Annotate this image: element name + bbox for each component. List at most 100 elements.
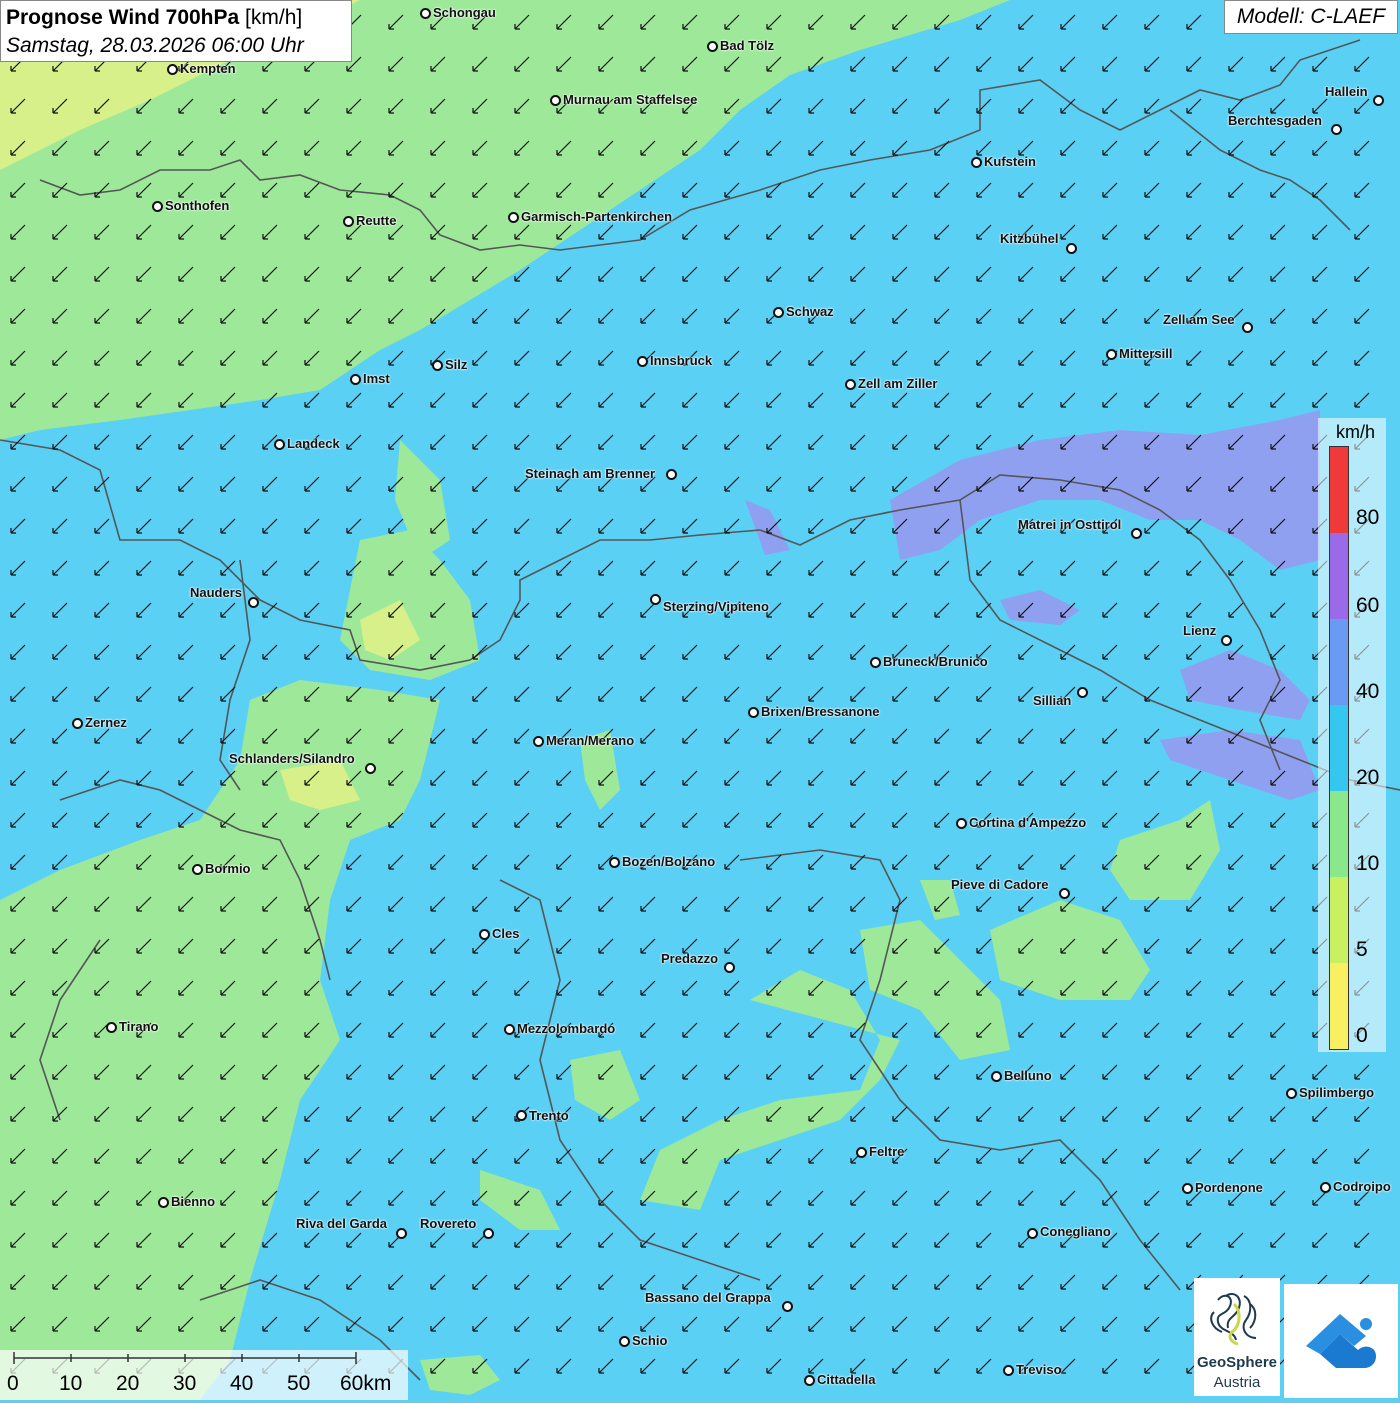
city-label-matrei: Matrei in Osttirol [1018,517,1122,532]
city-label-pordenone: Pordenone [1195,1180,1263,1195]
scale-label-20: 20 [116,1372,140,1395]
city-marker-cortina [956,818,967,829]
city-marker-brixen [748,707,759,718]
city-marker-reutte [343,216,354,227]
city-label-sillian: Sillian [1033,693,1072,708]
color-legend: km/h 80 60 40 20 10 5 0 [1318,418,1386,1052]
city-label-pieve: Pieve di Cadore [951,877,1049,892]
city-marker-schwaz [773,307,784,318]
scale-label-50: 50 [287,1372,311,1395]
city-label-murnau: Murnau am Staffelsee [563,92,698,107]
city-label-schio: Schio [632,1333,668,1348]
map-title-main: Prognose Wind 700hPa [6,6,240,29]
city-label-schlanders: Schlanders/Silandro [229,751,355,766]
city-label-cles: Cles [492,926,520,941]
city-marker-kempten [167,64,178,75]
city-label-zell-am-ziller: Zell am Ziller [858,376,938,391]
city-label-meran: Meran/Merano [546,733,635,748]
city-marker-berchtesgaden [1331,124,1342,135]
legend-unit: km/h [1336,422,1376,442]
city-label-cittadella: Cittadella [817,1372,876,1387]
city-label-zell-am-see: Zell am See [1163,312,1235,327]
city-marker-feltre [856,1147,867,1158]
city-marker-bienno [158,1197,169,1208]
legend-swatch-60 [1330,533,1348,619]
map-title-box: Prognose Wind 700hPa [km/h] Samstag, 28.… [0,0,352,62]
city-label-trento: Trento [529,1108,569,1123]
geosphere-emblem-icon [1210,1292,1257,1346]
map-valid-time: Samstag, 28.03.2026 06:00 Uhr [6,34,304,57]
city-marker-schlanders [365,763,376,774]
city-marker-bad-toelz [707,41,718,52]
city-label-nauders: Nauders [190,585,243,600]
city-marker-tirano [106,1022,117,1033]
city-label-belluno: Belluno [1004,1068,1052,1083]
city-marker-conegliano [1027,1228,1038,1239]
legend-tick-40: 40 [1356,680,1380,703]
city-marker-landeck [274,439,285,450]
city-marker-schongau [420,8,431,19]
geosphere-logo-country: Austria [1213,1374,1261,1391]
city-label-codroipo: Codroipo [1333,1179,1391,1194]
scale-label-40: 40 [230,1372,254,1395]
city-label-mittersill: Mittersill [1119,346,1173,361]
city-marker-bassano [782,1301,793,1312]
legend-swatch-0 [1330,963,1348,1049]
legend-swatch-20 [1330,705,1348,791]
scale-bar: 0 10 20 30 40 50 60km [0,1350,408,1400]
city-label-bad-toelz: Bad Tölz [720,38,775,53]
city-label-brixen: Brixen/Bressanone [761,704,880,719]
legend-tick-0: 0 [1356,1024,1368,1047]
city-marker-trento [516,1110,527,1121]
city-label-tirano: Tirano [119,1019,159,1034]
map-title: Prognose Wind 700hPa [km/h] [6,4,346,32]
city-marker-steinach [666,469,677,480]
city-label-feltre: Feltre [869,1144,905,1159]
legend-tick-60: 60 [1356,594,1380,617]
city-marker-garmisch [508,212,519,223]
city-label-kitzbuehel: Kitzbühel [1000,231,1059,246]
city-marker-zell-am-ziller [845,379,856,390]
city-label-conegliano: Conegliano [1040,1224,1111,1239]
city-marker-codroipo [1320,1182,1331,1193]
city-label-lienz: Lienz [1183,623,1217,638]
city-label-hallein: Hallein [1325,84,1368,99]
city-label-silz: Silz [445,357,468,372]
city-marker-belluno [991,1071,1002,1082]
city-marker-cittadella [804,1375,815,1386]
scale-bar-line [13,1352,357,1364]
city-label-schwaz: Schwaz [786,304,834,319]
city-marker-bruneck [870,657,881,668]
city-label-predazzo: Predazzo [661,951,719,966]
legend-tick-20: 20 [1356,766,1380,789]
city-label-kufstein: Kufstein [984,154,1036,169]
city-label-bormio: Bormio [205,861,251,876]
city-label-bozen: Bozen/Bolzano [622,854,716,869]
weather-app-icon [1306,1314,1376,1368]
city-label-mezzolombardo: Mezzolombardo [517,1021,616,1036]
city-label-spilimbergo: Spilimbergo [1299,1085,1375,1100]
city-marker-bozen [609,857,620,868]
city-marker-rovereto [483,1228,494,1239]
city-marker-cles [479,929,490,940]
city-label-steinach: Steinach am Brenner [525,466,656,481]
geosphere-logo-name: GeoSphere [1196,1354,1278,1371]
city-marker-spilimbergo [1286,1088,1297,1099]
weather-app-logo[interactable] [1284,1284,1398,1398]
city-marker-sterzing [650,594,661,605]
city-marker-innsbruck [637,356,648,367]
legend-swatch-5 [1330,877,1348,963]
city-marker-sonthofen [152,201,163,212]
city-label-bassano: Bassano del Grappa [645,1290,771,1305]
city-label-riva: Riva del Garda [296,1216,388,1231]
legend-tick-10: 10 [1356,852,1380,875]
city-label-cortina: Cortina d'Ampezzo [969,815,1087,830]
city-marker-predazzo [724,962,735,973]
geosphere-logo[interactable]: GeoSphere Austria [1194,1278,1280,1396]
scale-label-0: 0 [7,1372,19,1395]
city-label-imst: Imst [363,371,390,386]
city-marker-schio [619,1336,630,1347]
city-label-schongau: Schongau [433,5,496,20]
city-marker-pieve [1059,888,1070,899]
scale-label-60: 60km [340,1372,392,1395]
